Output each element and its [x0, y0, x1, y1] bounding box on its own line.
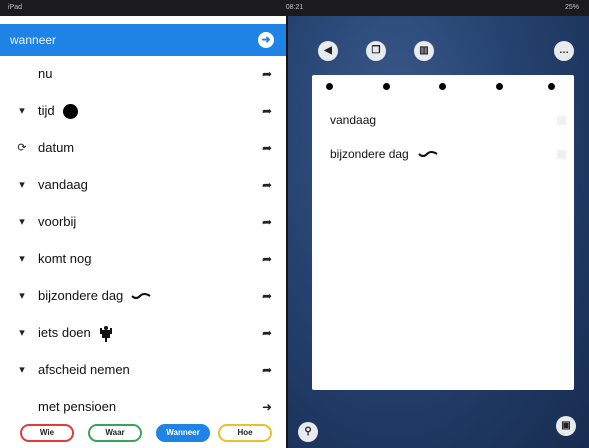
card-row-label: vandaag	[330, 113, 377, 127]
page-dot	[439, 83, 446, 90]
arrow-right-icon[interactable]: ➜	[258, 32, 274, 48]
status-bar: iPad 08:21 25%	[0, 0, 589, 16]
expand-arrow-icon[interactable]: ➦	[262, 204, 272, 240]
list-header-label: wanneer	[10, 33, 57, 47]
list-header[interactable]: wanneer ➜	[0, 24, 286, 56]
list-item-label: iets doen	[38, 325, 91, 340]
list-item-label: tijd	[38, 103, 55, 118]
chevron-down-icon[interactable]: ▾	[14, 278, 30, 314]
list-item-afscheid-nemen[interactable]: ▾ afscheid nemen ➦	[0, 352, 286, 388]
list-item-label: afscheid nemen	[38, 362, 130, 377]
list-item-datum[interactable]: ⟳ datum ➦	[0, 130, 286, 166]
selection-card: vandaag bijzondere dag	[312, 75, 574, 390]
page-dot	[326, 83, 333, 90]
tab-wanneer[interactable]: Wanneer	[156, 424, 210, 442]
trash-icon[interactable]: ▥	[414, 41, 434, 61]
chevron-down-icon[interactable]: ▾	[14, 93, 30, 129]
chevron-down-icon[interactable]: ▾	[14, 167, 30, 203]
robot-icon[interactable]: ▣	[556, 416, 576, 436]
list-item-label: datum	[38, 140, 75, 155]
expand-arrow-icon[interactable]: ➦	[262, 352, 272, 388]
copy-icon[interactable]: ❐	[366, 41, 386, 61]
expand-arrow-icon[interactable]: ➦	[262, 315, 272, 351]
tab-waar[interactable]: Waar	[88, 424, 142, 442]
list-item-label: komt nog	[38, 251, 92, 266]
battery-level: 25%	[564, 4, 579, 11]
tab-wie[interactable]: Wie	[20, 424, 74, 442]
expand-circle-icon[interactable]: ⟳	[14, 130, 30, 166]
arrow-right-icon[interactable]: ➜	[262, 389, 272, 415]
streamer-icon	[131, 292, 151, 299]
card-row-vandaag[interactable]: vandaag	[330, 113, 376, 127]
expand-arrow-icon[interactable]: ➦	[262, 241, 272, 277]
page-dot	[548, 83, 555, 90]
expand-arrow-icon[interactable]: ➦	[262, 130, 272, 166]
list-item-tijd[interactable]: ▾ tijd ➦	[0, 93, 286, 129]
expand-arrow-icon[interactable]: ➦	[262, 56, 272, 92]
list-item-bijzondere-dag[interactable]: ▾ bijzondere dag ➦	[0, 278, 286, 314]
chevron-down-icon[interactable]: ▾	[14, 315, 30, 351]
search-icon[interactable]: ⚲	[298, 422, 318, 442]
more-icon[interactable]: …	[554, 41, 574, 61]
list-item-label: nu	[38, 66, 53, 81]
clock: 08:21	[285, 4, 304, 11]
black-dot-icon	[62, 104, 78, 120]
chevron-down-icon[interactable]: ▾	[14, 241, 30, 277]
chevron-down-icon[interactable]: ▾	[14, 204, 30, 240]
chevron-down-icon[interactable]: ▾	[14, 352, 30, 388]
speaker-icon[interactable]: ◀	[318, 41, 338, 61]
row-checkbox[interactable]	[557, 116, 566, 125]
list-item-label: voorbij	[38, 214, 77, 229]
expand-arrow-icon[interactable]: ➦	[262, 93, 272, 129]
category-list-panel: wanneer ➜ nu ➦ ▾ tijd ➦ ⟳ datum ➦ ▾ vand…	[0, 16, 288, 448]
card-row-label: bijzondere dag	[330, 147, 409, 161]
streamer-icon	[418, 150, 438, 157]
page-dot	[383, 83, 390, 90]
row-checkbox[interactable]	[557, 150, 566, 159]
expand-arrow-icon[interactable]: ➦	[262, 167, 272, 203]
tab-bar: Wie Waar Wanneer Hoe	[0, 418, 286, 448]
list-item-label: vandaag	[38, 177, 88, 192]
activity-figure-icon	[99, 325, 112, 342]
list-item-nu[interactable]: nu ➦	[0, 56, 286, 92]
list-item-vandaag[interactable]: ▾ vandaag ➦	[0, 167, 286, 203]
list-item-met-pensioen[interactable]: met pensioen ➜	[0, 389, 286, 415]
expand-arrow-icon[interactable]: ➦	[262, 278, 272, 314]
list-item-label: bijzondere dag	[38, 288, 124, 303]
list-item-iets-doen[interactable]: ▾ iets doen ➦	[0, 315, 286, 351]
list-item-label: met pensioen	[38, 399, 117, 414]
list-item-komt-nog[interactable]: ▾ komt nog ➦	[0, 241, 286, 277]
list-item-voorbij[interactable]: ▾ voorbij ➦	[0, 204, 286, 240]
page-dot	[496, 83, 503, 90]
card-row-bijzondere-dag[interactable]: bijzondere dag	[330, 147, 438, 161]
tab-hoe[interactable]: Hoe	[218, 424, 272, 442]
